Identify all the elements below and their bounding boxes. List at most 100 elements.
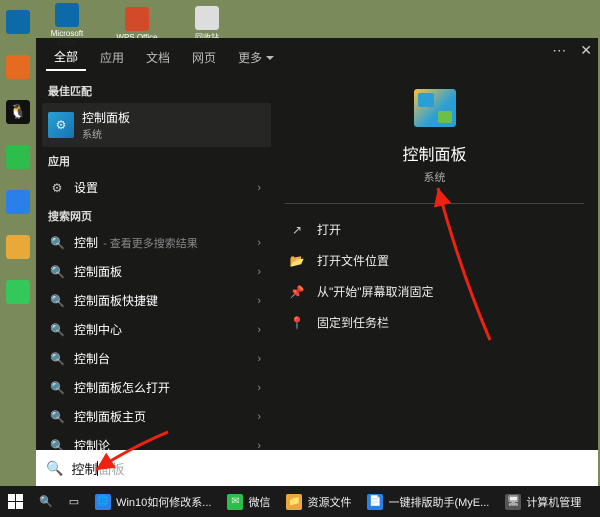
web-result-item[interactable]: 🔍 控制面板怎么打开 › — [42, 373, 271, 402]
chevron-right-icon: › — [257, 382, 261, 394]
action-icon: 📂 — [289, 254, 305, 268]
search-bar[interactable]: 🔍 控制面板 — [36, 450, 598, 486]
task-view-button[interactable]: ▭ — [61, 486, 87, 517]
control-panel-icon: ⚙ — [48, 112, 74, 138]
best-match-title: 控制面板 — [82, 109, 130, 126]
settings-item[interactable]: ⚙ 设置 › — [42, 173, 271, 202]
web-result-text: 控制面板主页 — [74, 408, 148, 425]
taskbar-app[interactable]: 🌐 Win10如何修改系... — [87, 486, 219, 517]
web-result-item[interactable]: 🔍 控制面板主页 › — [42, 402, 271, 431]
tab-apps[interactable]: 应用 — [92, 45, 132, 70]
windows-logo-icon — [8, 494, 23, 509]
gear-icon: ⚙ — [50, 181, 64, 195]
web-result-item[interactable]: 🔍 控制面板 › — [42, 257, 271, 286]
taskbar-app-label: 资源文件 — [307, 494, 351, 510]
taskbar: 🔍 ▭ 🌐 Win10如何修改系... ✉微信 📁 资源文件 📄 一键排版助手(MyE...… — [0, 486, 600, 517]
action-icon: 📌 — [289, 285, 305, 299]
search-tabs: 全部 应用 文档 网页 更多 — [36, 38, 598, 71]
task-view-icon: ▭ — [69, 495, 79, 508]
web-result-item[interactable]: 🔍 控制论 › — [42, 431, 271, 450]
preview-action[interactable]: 📍 固定到任务栏 — [285, 307, 584, 338]
web-header: 搜索网页 — [42, 202, 271, 228]
desktop-icon[interactable]: 🐧 — [0, 90, 36, 135]
search-icon: 🔍 — [39, 495, 53, 508]
desktop-icon[interactable] — [0, 180, 36, 225]
settings-label: 设置 — [74, 179, 98, 196]
web-result-item[interactable]: 🔍 控制中心 › — [42, 315, 271, 344]
taskbar-app[interactable]: 📄 一键排版助手(MyE... — [359, 486, 497, 517]
more-options-icon[interactable]: ⋯ — [552, 42, 566, 59]
chevron-right-icon: › — [257, 411, 261, 423]
preview-subtitle: 系统 — [424, 169, 446, 185]
taskbar-app-label: 微信 — [248, 494, 270, 510]
desktop-icon[interactable] — [0, 135, 36, 180]
chevron-right-icon: › — [257, 266, 261, 278]
apps-header: 应用 — [42, 147, 271, 173]
taskbar-app-label: Win10如何修改系... — [116, 494, 211, 510]
preview-action[interactable]: 📌 从"开始"屏幕取消固定 — [285, 276, 584, 307]
web-result-text: 控制面板 — [74, 263, 124, 280]
desktop-icon[interactable] — [0, 270, 36, 315]
control-panel-large-icon — [414, 89, 456, 127]
web-result-text: 控制论 — [74, 437, 112, 450]
taskbar-app[interactable]: 🖥 计算机管理 — [497, 486, 589, 517]
taskbar-app-label: 计算机管理 — [526, 494, 581, 510]
search-icon: 🔍 — [50, 352, 64, 366]
action-label: 打开文件位置 — [317, 252, 389, 269]
search-icon: 🔍 — [50, 323, 64, 337]
search-icon: 🔍 — [50, 381, 64, 395]
app-icon: 📁 — [286, 494, 302, 510]
app-icon: 🖥 — [505, 494, 521, 510]
taskbar-app[interactable]: 📁 资源文件 — [278, 486, 359, 517]
desktop-icon[interactable] — [0, 225, 36, 270]
web-result-text: 控制面板怎么打开 — [74, 379, 172, 396]
tab-more[interactable]: 更多 — [230, 45, 282, 70]
tab-all[interactable]: 全部 — [46, 44, 86, 71]
web-result-text: 控制 - 查看更多搜索结果 — [74, 234, 198, 251]
tab-web[interactable]: 网页 — [184, 45, 224, 70]
desktop-row: Microsoft Edge WPS Office 回收站 — [36, 0, 598, 38]
web-result-item[interactable]: 🔍 控制 - 查看更多搜索结果 › — [42, 228, 271, 257]
search-icon: 🔍 — [50, 410, 64, 424]
chevron-right-icon: › — [257, 324, 261, 336]
taskbar-search-button[interactable]: 🔍 — [31, 486, 61, 517]
action-label: 从"开始"屏幕取消固定 — [317, 283, 434, 300]
chevron-right-icon: › — [257, 295, 261, 307]
best-match-item[interactable]: ⚙ 控制面板 系统 — [42, 103, 271, 147]
web-result-item[interactable]: 🔍控制台› — [42, 344, 271, 373]
desktop-icon[interactable] — [0, 45, 36, 90]
desktop-icon[interactable] — [0, 0, 36, 45]
preview-pane: 控制面板 系统 ↗打开📂打开文件位置📌从"开始"屏幕取消固定📍固定到任务栏 — [271, 71, 598, 450]
search-icon: 🔍 — [50, 439, 64, 451]
search-icon: 🔍 — [50, 265, 64, 279]
taskbar-app[interactable]: ✉微信 — [219, 486, 278, 517]
web-result-text: 控制中心 — [74, 321, 124, 338]
app-icon: 🌐 — [95, 494, 111, 510]
chevron-right-icon: › — [257, 353, 261, 365]
preview-action[interactable]: 📂 打开文件位置 — [285, 245, 584, 276]
web-result-item[interactable]: 🔍 控制面板快捷键 › — [42, 286, 271, 315]
action-icon: ↗ — [289, 223, 305, 237]
chevron-right-icon: › — [257, 440, 261, 451]
search-ghost: 面板 — [98, 459, 124, 478]
best-match-subtitle: 系统 — [82, 126, 130, 141]
search-icon: 🔍 — [50, 236, 64, 250]
taskbar-app-label: 一键排版助手(MyE... — [388, 494, 489, 510]
action-icon: 📍 — [289, 316, 305, 330]
action-label: 固定到任务栏 — [317, 314, 389, 331]
start-button[interactable] — [0, 486, 31, 517]
chevron-right-icon: › — [257, 182, 261, 194]
close-icon[interactable]: ✕ — [580, 42, 592, 59]
preview-action[interactable]: ↗ 打开 — [285, 214, 584, 245]
search-icon: 🔍 — [50, 294, 64, 308]
search-icon: 🔍 — [46, 460, 63, 477]
web-result-text: 控制面板快捷键 — [74, 292, 160, 309]
app-icon: 📄 — [367, 494, 383, 510]
desktop: 🐧 — [0, 0, 36, 517]
tab-docs[interactable]: 文档 — [138, 45, 178, 70]
action-label: 打开 — [317, 221, 341, 238]
chevron-right-icon: › — [257, 237, 261, 249]
results-column: 最佳匹配 ⚙ 控制面板 系统 应用 ⚙ 设置 › 搜索网页 🔍控制 - 查看更多… — [36, 71, 271, 450]
start-search-panel: ⋯ ✕ 全部 应用 文档 网页 更多 最佳匹配 ⚙ 控制面板 系统 应用 ⚙ 设… — [36, 38, 598, 486]
divider — [285, 203, 584, 204]
